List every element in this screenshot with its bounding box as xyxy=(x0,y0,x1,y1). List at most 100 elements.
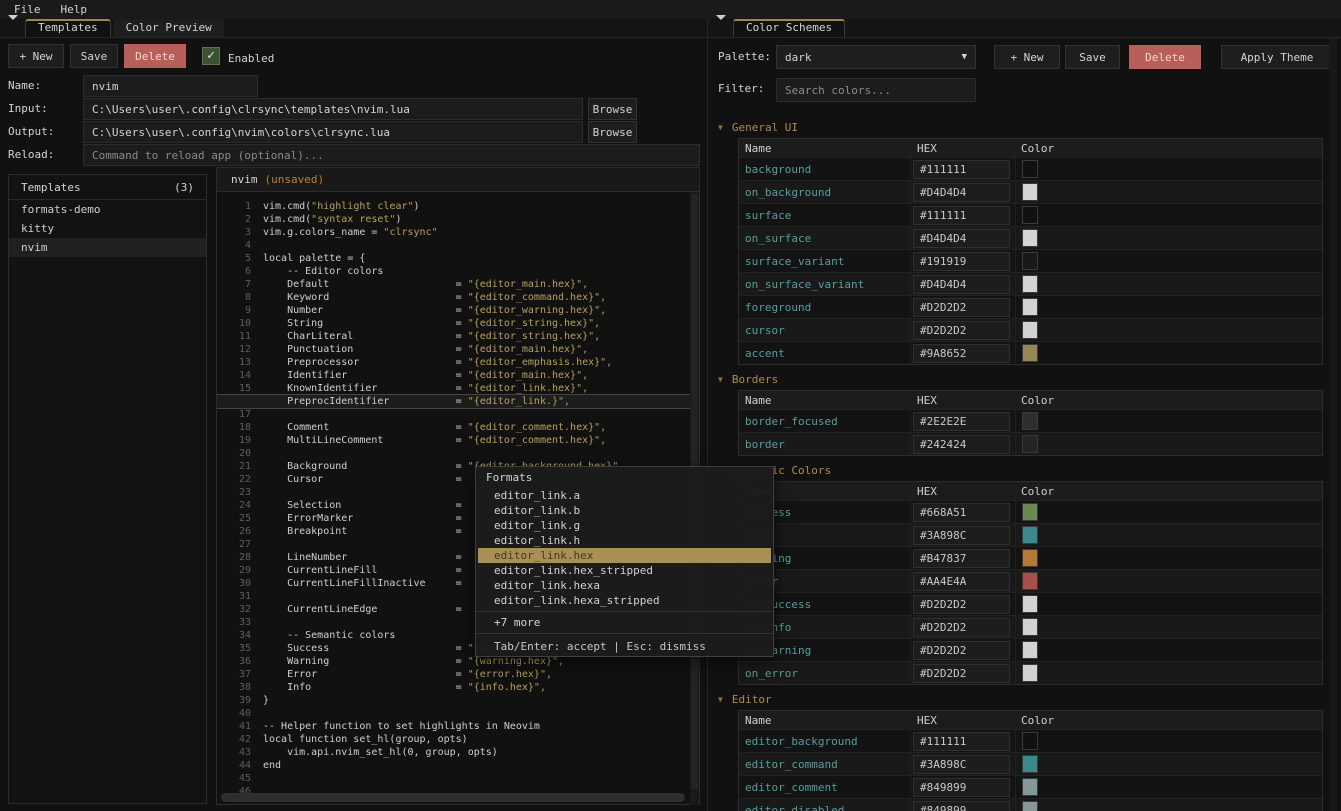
code-line[interactable]: 44end xyxy=(217,759,699,772)
list-item[interactable]: formats-demo xyxy=(9,200,206,219)
hex-value-field[interactable]: #D4D4D4 xyxy=(913,275,1010,294)
table-row[interactable]: on_error#D2D2D2 xyxy=(739,661,1322,684)
hex-value-field[interactable]: #D2D2D2 xyxy=(913,618,1010,637)
table-row[interactable]: foreground#D2D2D2 xyxy=(739,295,1322,318)
table-row[interactable]: editor_comment#849899 xyxy=(739,775,1322,798)
color-swatch[interactable] xyxy=(1022,778,1038,796)
hex-value-field[interactable]: #D2D2D2 xyxy=(913,595,1010,614)
table-row[interactable]: error#AA4E4A xyxy=(739,569,1322,592)
hex-value-field[interactable]: #2E2E2E xyxy=(913,412,1010,431)
section-collapse-icon[interactable]: ▼ xyxy=(718,375,723,384)
hex-value-field[interactable]: #191919 xyxy=(913,252,1010,271)
delete-template-button[interactable]: Delete xyxy=(124,44,186,68)
table-row[interactable]: warning#B47837 xyxy=(739,546,1322,569)
table-row[interactable]: accent#9A8652 xyxy=(739,341,1322,364)
table-row[interactable]: surface#111111 xyxy=(739,203,1322,226)
section-header[interactable]: ▼General UI xyxy=(718,121,1341,134)
code-line[interactable]: 17 xyxy=(217,408,699,421)
color-swatch[interactable] xyxy=(1022,572,1038,590)
color-swatch[interactable] xyxy=(1022,252,1038,270)
table-row[interactable]: on_info#D2D2D2 xyxy=(739,615,1322,638)
popup-item[interactable]: editor_link.hexa xyxy=(476,578,773,593)
hex-value-field[interactable]: #D2D2D2 xyxy=(913,321,1010,340)
menu-help[interactable]: Help xyxy=(51,3,98,16)
color-swatch[interactable] xyxy=(1022,321,1038,339)
table-row[interactable]: on_surface#D4D4D4 xyxy=(739,226,1322,249)
output-path-field[interactable] xyxy=(83,121,583,143)
tab-color-schemes[interactable]: Color Schemes xyxy=(733,19,845,37)
section-collapse-icon[interactable]: ▼ xyxy=(718,695,723,704)
code-line[interactable]: 6 -- Editor colors xyxy=(217,265,699,278)
popup-item[interactable]: editor_link.h xyxy=(476,533,773,548)
table-row[interactable]: background#111111 xyxy=(739,157,1322,180)
code-line[interactable]: 10 String = "{editor_string.hex}", xyxy=(217,317,699,330)
table-row[interactable]: editor_command#3A898C xyxy=(739,752,1322,775)
table-row[interactable]: success#668A51 xyxy=(739,500,1322,523)
save-palette-button[interactable]: Save xyxy=(1065,45,1120,69)
code-line[interactable]: 37 Error = "{error.hex}", xyxy=(217,668,699,681)
popup-item[interactable]: editor_link.g xyxy=(476,518,773,533)
color-swatch[interactable] xyxy=(1022,229,1038,247)
popup-item[interactable]: editor_link.a xyxy=(476,488,773,503)
code-line[interactable]: 19 MultiLineComment = "{editor_comment.h… xyxy=(217,434,699,447)
code-line[interactable]: 14 Identifier = "{editor_main.hex}", xyxy=(217,369,699,382)
color-swatch[interactable] xyxy=(1022,732,1038,750)
code-line[interactable]: 3vim.g.colors_name = "clrsync" xyxy=(217,226,699,239)
output-browse-button[interactable]: Browse xyxy=(588,121,637,143)
color-swatch[interactable] xyxy=(1022,801,1038,811)
enabled-checkbox[interactable]: ✓ xyxy=(202,47,220,65)
input-path-field[interactable] xyxy=(83,98,583,120)
color-swatch[interactable] xyxy=(1022,344,1038,362)
color-swatch[interactable] xyxy=(1022,526,1038,544)
color-swatch[interactable] xyxy=(1022,183,1038,201)
table-row[interactable]: border#242424 xyxy=(739,432,1322,455)
code-line[interactable]: 18 Comment = "{editor_comment.hex}", xyxy=(217,421,699,434)
reload-command-field[interactable] xyxy=(83,144,700,166)
input-browse-button[interactable]: Browse xyxy=(588,98,637,120)
section-header[interactable]: ▼Semantic Colors xyxy=(718,464,1341,477)
color-swatch[interactable] xyxy=(1022,641,1038,659)
table-row[interactable]: editor_background#111111 xyxy=(739,729,1322,752)
color-swatch[interactable] xyxy=(1022,618,1038,636)
popup-more-indicator[interactable]: +7 more xyxy=(476,615,773,630)
hex-value-field[interactable]: #AA4E4A xyxy=(913,572,1010,591)
table-row[interactable]: on_warning#D2D2D2 xyxy=(739,638,1322,661)
code-line[interactable]: 41-- Helper function to set highlights i… xyxy=(217,720,699,733)
table-row[interactable]: border_focused#2E2E2E xyxy=(739,409,1322,432)
color-swatch[interactable] xyxy=(1022,412,1038,430)
hex-value-field[interactable]: #D2D2D2 xyxy=(913,664,1010,683)
table-row[interactable]: surface_variant#191919 xyxy=(739,249,1322,272)
delete-palette-button[interactable]: Delete xyxy=(1129,45,1201,69)
palette-dropdown[interactable]: dark ▼ xyxy=(776,45,976,69)
hex-value-field[interactable]: #D4D4D4 xyxy=(913,183,1010,202)
color-swatch[interactable] xyxy=(1022,664,1038,682)
collapse-panel-icon[interactable] xyxy=(716,20,727,33)
hex-value-field[interactable]: #3A898C xyxy=(913,755,1010,774)
section-header[interactable]: ▼Editor xyxy=(718,693,1341,706)
table-row[interactable]: cursor#D2D2D2 xyxy=(739,318,1322,341)
code-line[interactable]: 4 xyxy=(217,239,699,252)
color-swatch[interactable] xyxy=(1022,503,1038,521)
hex-value-field[interactable]: #3A898C xyxy=(913,526,1010,545)
collapse-panel-icon[interactable] xyxy=(8,20,19,33)
table-row[interactable]: editor_disabled#849899 xyxy=(739,798,1322,811)
panel-scrollbar[interactable] xyxy=(1329,38,1337,811)
code-line[interactable]: 38 Info = "{info.hex}", xyxy=(217,681,699,694)
code-line[interactable]: 13 Preprocessor = "{editor_emphasis.hex}… xyxy=(217,356,699,369)
popup-item[interactable]: editor_link.hexa_stripped xyxy=(476,593,773,608)
color-swatch[interactable] xyxy=(1022,595,1038,613)
code-line[interactable]: 8 Keyword = "{editor_command.hex}", xyxy=(217,291,699,304)
code-line[interactable]: 15 KnownIdentifier = "{editor_link.hex}"… xyxy=(217,382,699,395)
code-line[interactable]: 20 xyxy=(217,447,699,460)
table-row[interactable]: on_surface_variant#D4D4D4 xyxy=(739,272,1322,295)
new-template-button[interactable]: + New xyxy=(8,44,64,68)
table-row[interactable]: info#3A898C xyxy=(739,523,1322,546)
code-line[interactable]: 9 Number = "{editor_warning.hex}", xyxy=(217,304,699,317)
code-line[interactable]: 1vim.cmd("highlight clear") xyxy=(217,200,699,213)
hex-value-field[interactable]: #9A8652 xyxy=(913,344,1010,363)
code-line[interactable]: 5local palette = { xyxy=(217,252,699,265)
code-line[interactable]: 7 Default = "{editor_main.hex}", xyxy=(217,278,699,291)
editor-horizontal-scrollbar[interactable] xyxy=(221,793,685,802)
table-row[interactable]: on_background#D4D4D4 xyxy=(739,180,1322,203)
color-swatch[interactable] xyxy=(1022,298,1038,316)
